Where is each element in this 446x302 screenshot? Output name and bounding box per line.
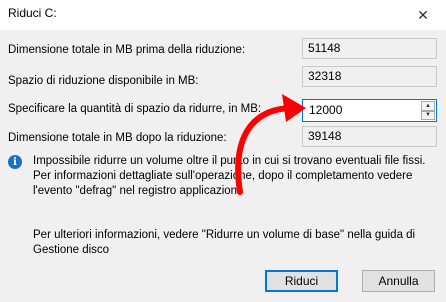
shrink-amount-input[interactable]: 12000 xyxy=(309,103,342,117)
shrink-amount-stepper[interactable]: 12000 ▲ ▼ xyxy=(302,99,437,122)
available-space-label: Spazio di riduzione disponibile in MB: xyxy=(8,75,199,87)
shrink-button[interactable]: Riduci xyxy=(265,270,338,292)
total-before-field: 51148 xyxy=(302,38,437,59)
total-before-label: Dimensione totale in MB prima della ridu… xyxy=(8,44,246,56)
info-icon: i xyxy=(8,155,22,169)
close-icon[interactable]: ✕ xyxy=(400,0,446,30)
window-title: Riduci C: xyxy=(8,6,57,20)
available-space-field: 32318 xyxy=(302,66,437,87)
spin-down-icon[interactable]: ▼ xyxy=(421,110,435,120)
spin-buttons: ▲ ▼ xyxy=(421,101,435,120)
more-info-text: Per ulteriori informazioni, vedere "Ridu… xyxy=(33,229,416,256)
info-message: Impossibile ridurre un volume oltre il p… xyxy=(33,155,426,197)
cancel-button[interactable]: Annulla xyxy=(362,270,435,292)
total-after-label: Dimensione totale in MB dopo la riduzion… xyxy=(8,132,227,144)
spin-up-icon[interactable]: ▲ xyxy=(421,101,435,111)
shrink-amount-label: Specificare la quantità di spazio da rid… xyxy=(8,103,262,115)
title-bar: Riduci C: ✕ xyxy=(0,0,446,30)
total-after-field: 39148 xyxy=(302,126,437,147)
